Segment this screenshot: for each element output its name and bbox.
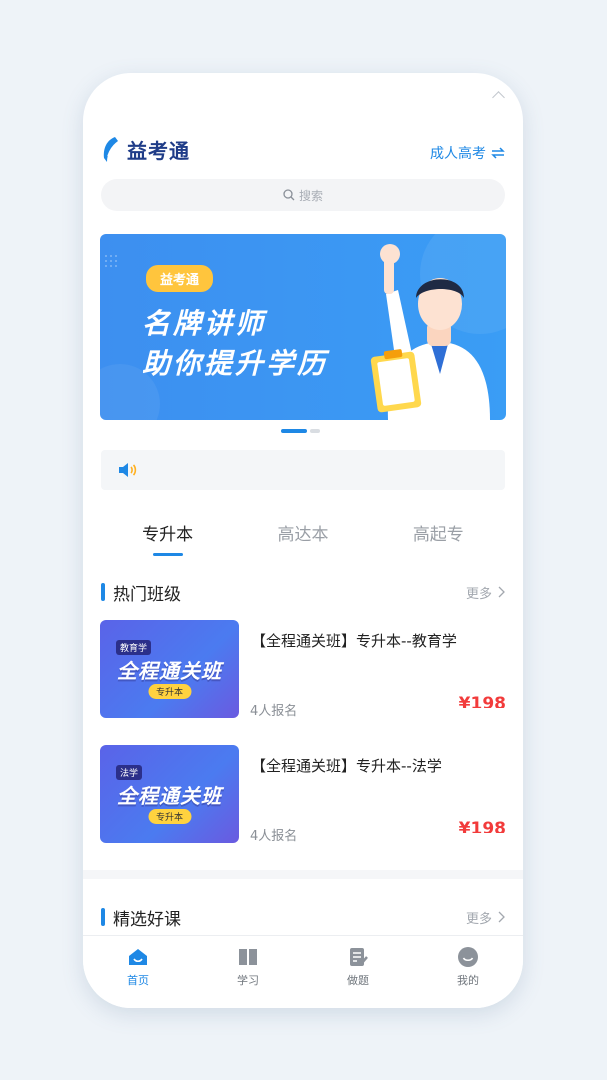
course-thumbnail: 教育学 全程通关班 专升本 <box>100 620 239 718</box>
bottom-tabbar: 首页 学习 做题 我的 <box>83 935 523 1008</box>
section-accent-bar <box>101 583 105 601</box>
exercise-icon <box>350 948 368 966</box>
notice-bar[interactable] <box>101 450 505 490</box>
section-divider <box>83 870 523 879</box>
exam-type-switch[interactable]: 成人高考 <box>430 143 505 163</box>
search-input[interactable]: 搜索 <box>101 179 505 211</box>
thumb-subject-tag: 法学 <box>116 765 143 780</box>
course-title: 【全程通关班】专升本--教育学 <box>251 632 457 650</box>
thumb-level-badge: 专升本 <box>147 809 192 824</box>
more-link[interactable]: 更多 <box>466 583 505 602</box>
home-icon <box>129 949 147 965</box>
section-title: 热门班级 <box>113 584 181 605</box>
profile-icon <box>458 947 478 967</box>
search-placeholder: 搜索 <box>298 188 323 203</box>
carousel-dot <box>310 429 320 433</box>
tabbar-home[interactable]: 首页 <box>83 936 193 1008</box>
tab-gaoqizhuan[interactable]: 高起专 <box>371 520 506 560</box>
chevron-right-icon <box>498 911 505 923</box>
carousel-dot-active <box>281 429 307 433</box>
course-thumbnail: 法学 全程通关班 专升本 <box>100 745 239 843</box>
level-tabs: 专升本 高达本 高起专 <box>100 520 506 560</box>
speaker-icon <box>119 463 137 477</box>
tabbar-study[interactable]: 学习 <box>193 936 303 1008</box>
search-icon <box>283 189 295 201</box>
corner-indicator-icon <box>492 91 505 104</box>
banner-tag: 益考通 <box>146 265 214 292</box>
carousel-indicator <box>281 429 320 433</box>
chevron-right-icon <box>498 586 505 598</box>
thumb-title: 全程通关班 <box>117 784 222 808</box>
more-label: 更多 <box>465 586 492 602</box>
tab-gaodaben[interactable]: 高达本 <box>235 520 370 560</box>
thumb-subject-tag: 教育学 <box>116 640 152 655</box>
teacher-illustration <box>370 244 490 420</box>
promo-banner[interactable]: 益考通 名牌讲师 助你提升学历 <box>100 234 506 420</box>
exam-type-label: 成人高考 <box>430 146 486 162</box>
tabbar-label: 首页 <box>127 974 149 987</box>
course-card[interactable]: 教育学 全程通关班 专升本 【全程通关班】专升本--教育学 4人报名 ¥198 <box>100 620 506 719</box>
featured-courses-header: 精选好课 更多 <box>101 905 505 930</box>
more-label: 更多 <box>465 911 492 927</box>
tabbar-label: 做题 <box>347 974 369 987</box>
section-accent-bar <box>101 908 105 926</box>
tab-zhuanshengben[interactable]: 专升本 <box>100 520 235 560</box>
enroll-count: 4人报名 <box>250 829 298 844</box>
tabbar-label: 我的 <box>457 974 479 987</box>
enroll-count: 4人报名 <box>250 704 298 719</box>
tabbar-profile[interactable]: 我的 <box>413 936 523 1008</box>
app-logo: 益考通 <box>101 135 190 164</box>
hot-classes-header: 热门班级 更多 <box>101 580 505 605</box>
banner-subheadline: 助你提升学历 <box>142 347 329 380</box>
course-card[interactable]: 法学 全程通关班 专升本 【全程通关班】专升本--法学 4人报名 ¥198 <box>100 745 506 844</box>
tabbar-label: 学习 <box>237 974 259 987</box>
tabbar-exercise[interactable]: 做题 <box>303 936 413 1008</box>
logo-feather-icon <box>103 136 118 162</box>
course-price: ¥198 <box>458 694 506 708</box>
thumb-level-badge: 专升本 <box>147 684 192 699</box>
course-price: ¥198 <box>458 819 506 833</box>
more-link[interactable]: 更多 <box>466 908 505 927</box>
section-title: 精选好课 <box>113 909 181 930</box>
phone-frame: 益考通 成人高考 搜索 益考通 名牌讲师 助你提升学历 专升本 高达本 高起专 … <box>83 73 523 1008</box>
swap-icon <box>491 147 505 159</box>
book-icon <box>239 949 257 965</box>
course-title: 【全程通关班】专升本--法学 <box>251 757 442 775</box>
brand-name: 益考通 <box>127 139 190 163</box>
banner-headline: 名牌讲师 <box>142 307 267 340</box>
thumb-title: 全程通关班 <box>117 659 222 683</box>
